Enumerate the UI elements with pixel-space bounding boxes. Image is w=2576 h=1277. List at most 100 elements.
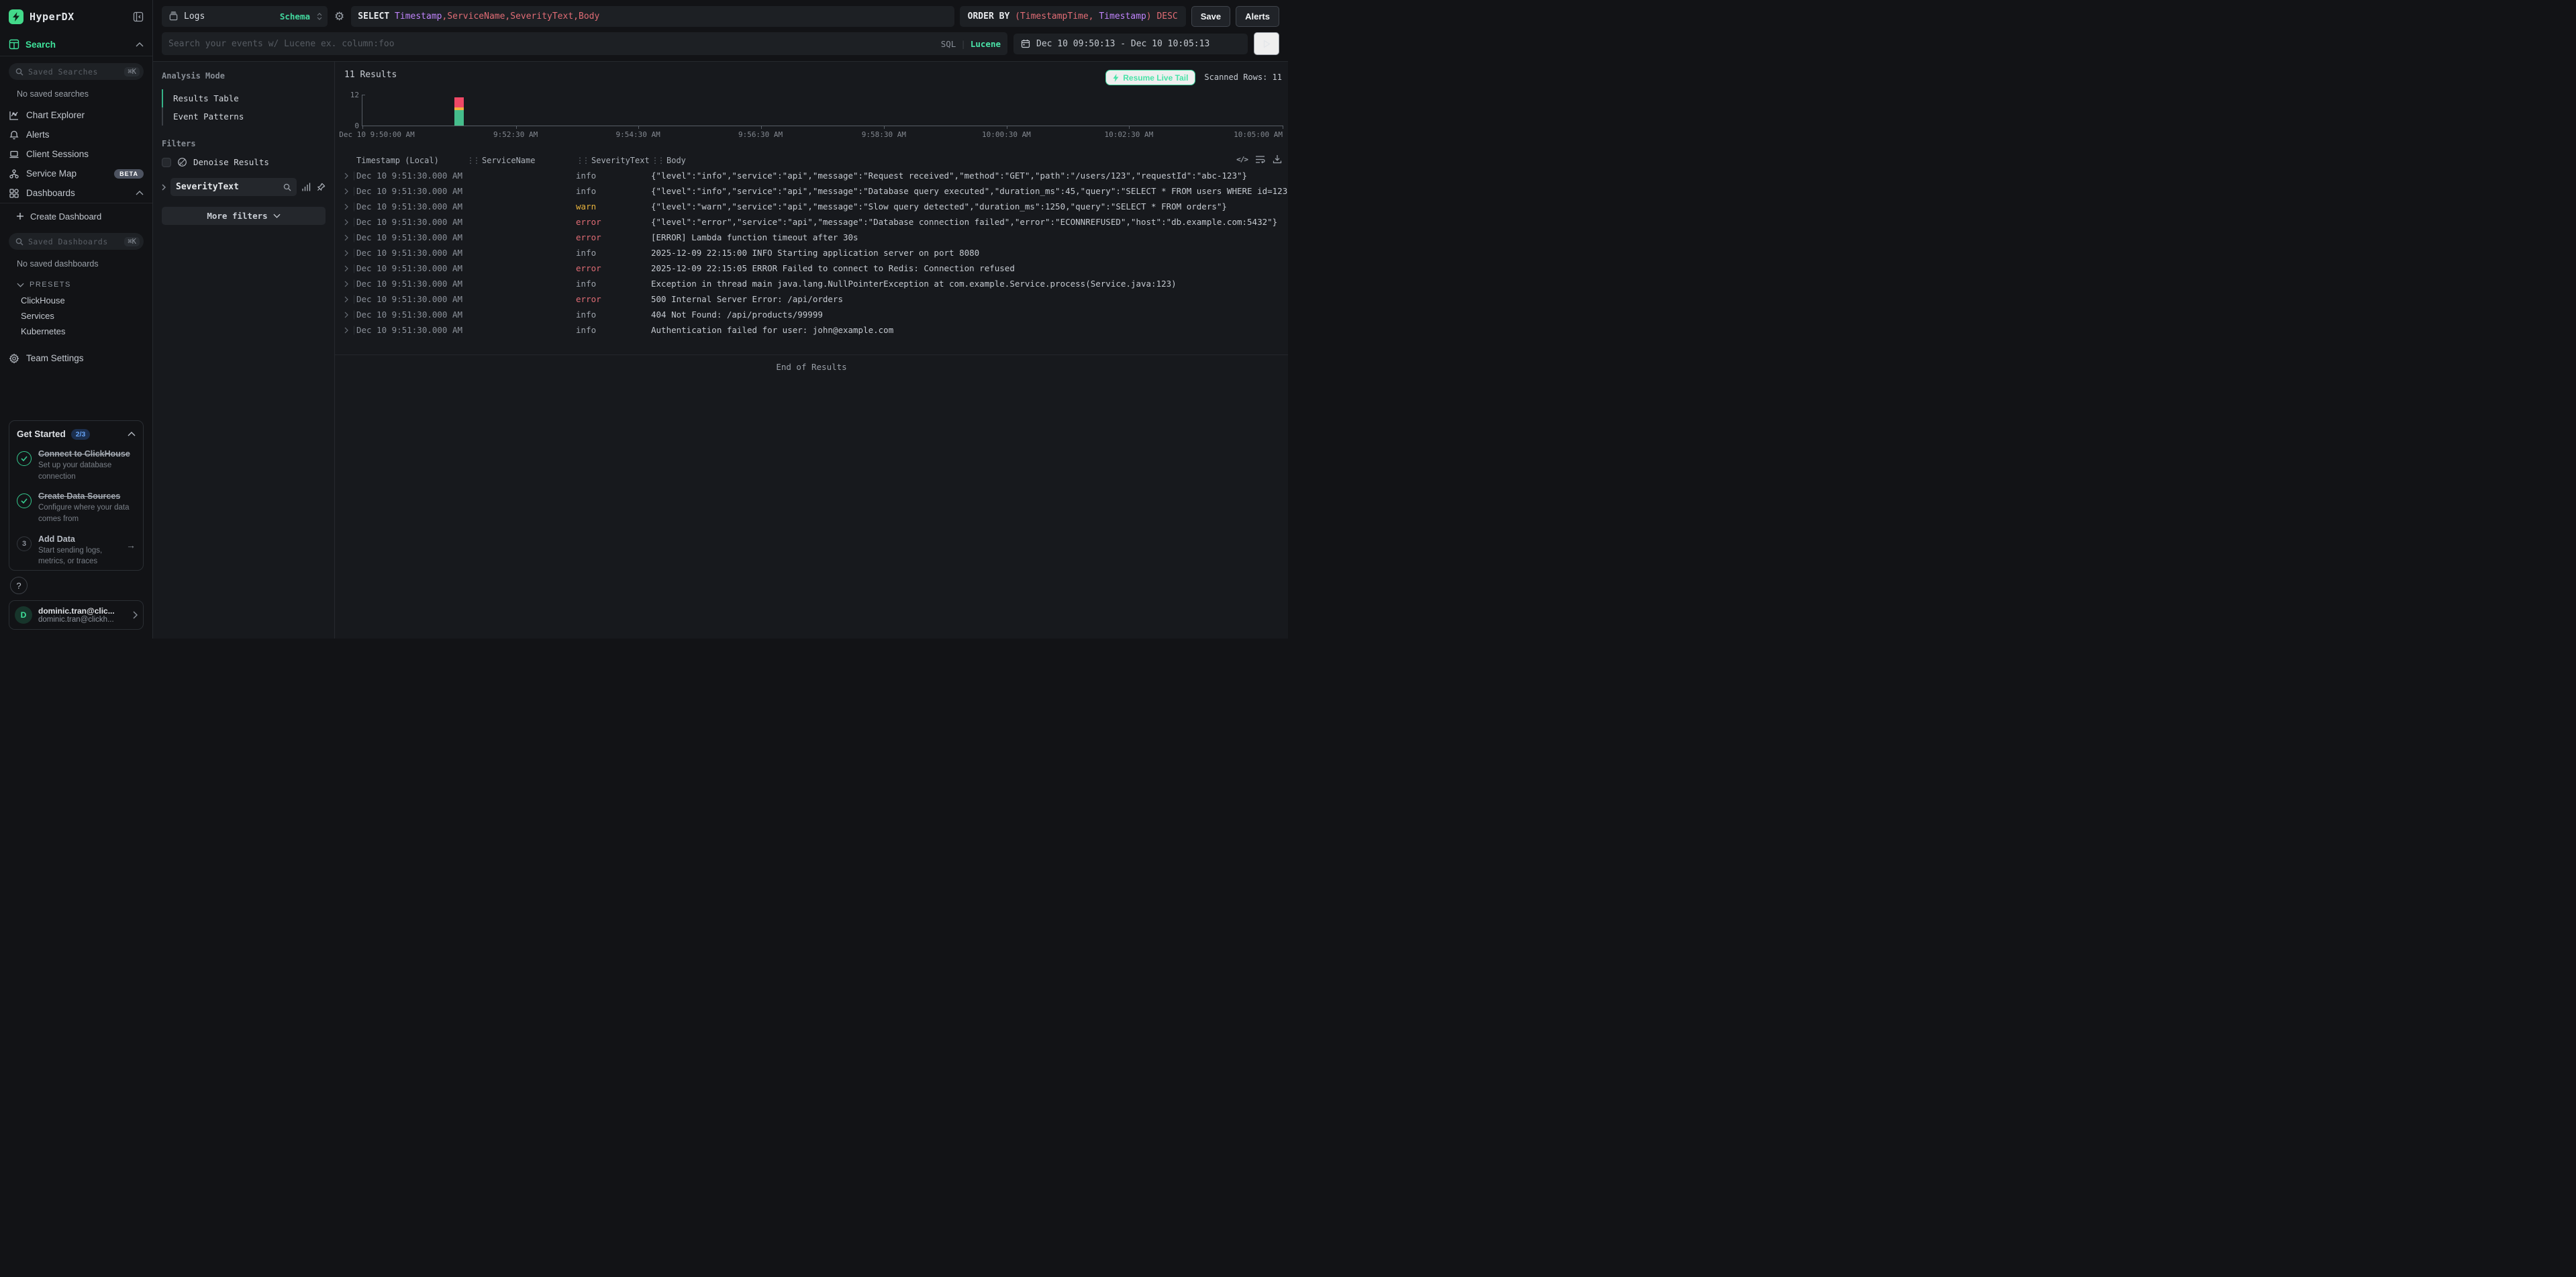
denoise-toggle[interactable]: Denoise Results xyxy=(162,157,326,167)
table-row[interactable]: Dec 10 9:51:30.000 AM info 2025-12-09 22… xyxy=(335,245,1288,261)
help-button[interactable]: ? xyxy=(10,577,28,594)
mode-event-patterns[interactable]: Event Patterns xyxy=(162,107,326,126)
preset-kubernetes[interactable]: Kubernetes xyxy=(9,324,144,339)
download-icon[interactable] xyxy=(1273,154,1282,164)
profile-card[interactable]: D dominic.tran@clic... dominic.tran@clic… xyxy=(9,600,144,630)
col-servicename[interactable]: ⋮⋮ServiceName xyxy=(466,156,576,165)
get-started-item-connect[interactable]: Connect to ClickHouse Set up your databa… xyxy=(17,449,136,482)
expand-row-icon[interactable] xyxy=(344,261,356,276)
create-dashboard-button[interactable]: Create Dashboard xyxy=(9,206,144,226)
search-board-icon xyxy=(9,39,19,50)
preset-services[interactable]: Services xyxy=(9,308,144,324)
chart-plot[interactable] xyxy=(362,95,1283,126)
facet-name: SeverityText xyxy=(176,182,279,192)
sidebar-item-team-settings[interactable]: Team Settings xyxy=(9,348,144,368)
table-row[interactable]: Dec 10 9:51:30.000 AM info Authenticatio… xyxy=(335,322,1288,338)
get-started-header[interactable]: Get Started 2/3 xyxy=(17,429,136,440)
expand-row-icon[interactable] xyxy=(344,168,356,183)
sidebar-item-alerts[interactable]: Alerts xyxy=(9,125,144,144)
no-saved-dashboards-note: No saved dashboards xyxy=(9,251,144,275)
saved-dashboards-input[interactable]: Saved Dashboards ⌘K xyxy=(9,233,144,250)
expand-row-icon[interactable] xyxy=(344,214,356,230)
sidebar-item-search[interactable]: Search xyxy=(9,33,144,56)
table-row[interactable]: Dec 10 9:51:30.000 AM error [ERROR] Lamb… xyxy=(335,230,1288,245)
get-started-item-add-data[interactable]: 3 Add Data Start sending logs, metrics, … xyxy=(17,534,136,567)
bar-chart-icon[interactable] xyxy=(301,183,311,191)
table-row[interactable]: Dec 10 9:51:30.000 AM info {"level":"inf… xyxy=(335,168,1288,183)
search-icon xyxy=(15,68,23,76)
expand-row-icon[interactable] xyxy=(344,276,356,291)
col-severitytext[interactable]: ⋮⋮SeverityText xyxy=(576,156,651,165)
cell-timestamp: Dec 10 9:51:30.000 AM xyxy=(356,171,466,181)
x-tick-mark xyxy=(761,126,762,129)
select-columns-input[interactable]: SELECT Timestamp,ServiceName,SeverityTex… xyxy=(351,6,954,27)
drag-handle-icon[interactable]: ⋮⋮ xyxy=(651,156,663,165)
denoise-checkbox[interactable] xyxy=(162,158,171,167)
date-range-picker[interactable]: Dec 10 09:50:13 - Dec 10 10:05:13 xyxy=(1013,34,1248,54)
sidebar-item-client-sessions[interactable]: Client Sessions xyxy=(9,144,144,164)
presets-toggle[interactable]: PRESETS xyxy=(9,275,144,293)
x-axis-labels: Dec 10 9:50:00 AM9:52:30 AM9:54:30 AM9:5… xyxy=(362,130,1283,142)
table-row[interactable]: Dec 10 9:51:30.000 AM info {"level":"inf… xyxy=(335,183,1288,199)
table-row[interactable]: Dec 10 9:51:30.000 AM error {"level":"er… xyxy=(335,214,1288,230)
source-select[interactable]: Logs Schema xyxy=(162,6,328,27)
facet-search-box[interactable]: SeverityText xyxy=(170,178,297,196)
expand-row-icon[interactable] xyxy=(344,307,356,322)
alerts-button[interactable]: Alerts xyxy=(1236,6,1279,27)
expand-row-icon[interactable] xyxy=(344,183,356,199)
chevron-up-icon[interactable] xyxy=(136,42,144,47)
x-tick-label: Dec 10 9:50:00 AM xyxy=(339,130,415,139)
table-row[interactable]: Dec 10 9:51:30.000 AM error 500 Internal… xyxy=(335,291,1288,307)
table-row[interactable]: Dec 10 9:51:30.000 AM error 2025-12-09 2… xyxy=(335,261,1288,276)
get-started-item-sources[interactable]: Create Data Sources Configure where your… xyxy=(17,491,136,524)
expand-row-icon[interactable] xyxy=(344,245,356,261)
expand-row-icon[interactable] xyxy=(344,230,356,245)
x-tick-label: 9:52:30 AM xyxy=(493,130,538,139)
lang-separator: | xyxy=(960,39,966,49)
chevron-up-icon[interactable] xyxy=(136,191,144,195)
sidebar-item-chart-explorer[interactable]: Chart Explorer xyxy=(9,105,144,125)
text-wrap-icon[interactable] xyxy=(1255,155,1265,164)
table-row[interactable]: Dec 10 9:51:30.000 AM warn {"level":"war… xyxy=(335,199,1288,214)
table-row[interactable]: Dec 10 9:51:30.000 AM info Exception in … xyxy=(335,276,1288,291)
lang-lucene-option[interactable]: Lucene xyxy=(971,39,1001,49)
run-query-button[interactable] xyxy=(1254,32,1279,55)
preset-clickhouse[interactable]: ClickHouse xyxy=(9,293,144,308)
orderby-field2: Timestamp xyxy=(1099,11,1146,21)
service-map-icon xyxy=(9,169,19,179)
source-settings-gear-icon[interactable]: ⚙ xyxy=(333,10,346,23)
cell-body: [ERROR] Lambda function timeout after 30… xyxy=(651,232,1288,242)
sidebar-item-service-map[interactable]: Service Map BETA xyxy=(9,164,144,183)
table-row[interactable]: Dec 10 9:51:30.000 AM info 404 Not Found… xyxy=(335,307,1288,322)
drag-handle-icon[interactable]: ⋮⋮ xyxy=(576,156,588,165)
select-fields: ,ServiceName,SeverityText,Body xyxy=(442,11,600,21)
cell-severitytext: info xyxy=(576,186,651,196)
more-filters-button[interactable]: More filters xyxy=(162,207,326,225)
col-body[interactable]: ⋮⋮Body xyxy=(651,156,1288,165)
app-title: HyperDX xyxy=(30,11,127,23)
collapse-sidebar-icon[interactable] xyxy=(133,11,144,22)
mode-results-table[interactable]: Results Table xyxy=(162,89,326,107)
save-button[interactable]: Save xyxy=(1191,6,1230,27)
step-number-badge: 3 xyxy=(17,536,32,551)
expand-row-icon[interactable] xyxy=(344,322,356,338)
sidebar-item-dashboards[interactable]: Dashboards xyxy=(9,183,144,203)
col-timestamp[interactable]: Timestamp (Local) xyxy=(356,156,466,165)
beta-badge: BETA xyxy=(114,169,144,179)
chevron-right-icon[interactable] xyxy=(162,184,166,191)
pin-icon[interactable] xyxy=(317,183,326,191)
event-search-input[interactable]: Search your events w/ Lucene ex. column:… xyxy=(162,32,1007,55)
order-by-input[interactable]: ORDER BY (TimestampTime, Timestamp) DESC xyxy=(960,6,1186,27)
chevron-up-icon[interactable] xyxy=(128,432,136,436)
drag-handle-icon[interactable]: ⋮⋮ xyxy=(466,156,479,165)
x-tick-label: 9:58:30 AM xyxy=(862,130,906,139)
expand-row-icon[interactable] xyxy=(344,199,356,214)
resume-live-tail-button[interactable]: Resume Live Tail xyxy=(1105,70,1195,85)
expand-row-icon[interactable] xyxy=(344,291,356,307)
code-view-icon[interactable]: </> xyxy=(1236,155,1248,164)
toolbar-row: Logs Schema ⚙ SELECT Timestamp,ServiceNa… xyxy=(162,6,1279,27)
lang-sql-option[interactable]: SQL xyxy=(941,39,956,49)
saved-searches-input[interactable]: Saved Searches ⌘K xyxy=(9,63,144,80)
results-main: 11 Results Resume Live Tail Scanned Rows… xyxy=(335,62,1288,638)
cell-timestamp: Dec 10 9:51:30.000 AM xyxy=(356,310,466,320)
